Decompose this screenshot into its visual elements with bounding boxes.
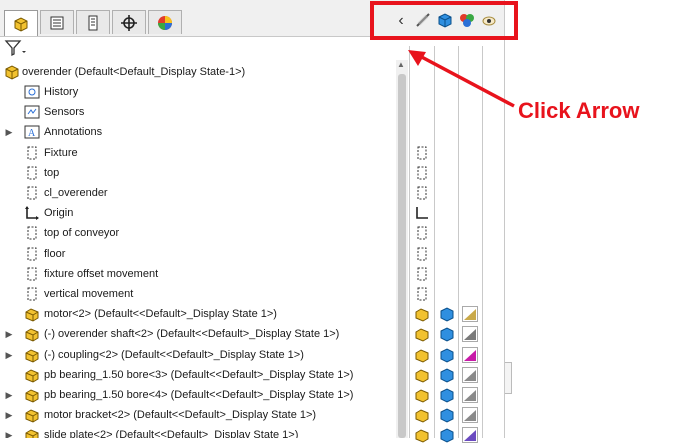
plane-icon <box>24 266 40 282</box>
featuremanager-tab[interactable] <box>4 10 38 36</box>
tree-item-label: vertical movement <box>44 288 134 300</box>
tree-item-label: slide plate<2> (Default<<Default>_Displa… <box>44 429 299 438</box>
propertymanager-tab[interactable] <box>40 10 74 34</box>
plane-visibility-icon[interactable] <box>414 185 430 201</box>
display-mode-icon[interactable] <box>439 367 455 383</box>
svg-text:A: A <box>28 128 36 139</box>
callout-arrow <box>408 50 515 108</box>
hide-show-icon[interactable] <box>414 407 430 423</box>
display-mode-icon[interactable] <box>439 387 455 403</box>
graphics-area <box>504 0 680 438</box>
part-icon <box>24 326 40 342</box>
appearance-swatch-icon[interactable] <box>462 326 478 343</box>
display-mode-icon[interactable] <box>439 347 455 363</box>
hide-show-icon[interactable] <box>414 347 430 363</box>
plane-icon <box>24 225 40 241</box>
origin-icon <box>24 205 40 221</box>
tree-item-label: pb bearing_1.50 bore<3> (Default<<Defaul… <box>44 368 354 381</box>
appearance-swatch-icon[interactable] <box>462 306 478 323</box>
tree-item-label: Fixture <box>44 146 78 159</box>
tree-item-label: (-) overender shaft<2> (Default<<Default… <box>44 328 340 341</box>
part-icon <box>24 306 40 322</box>
feature-tree: overender (Default<Default_Display State… <box>0 60 396 438</box>
displaymanager-tab[interactable] <box>148 10 182 34</box>
plane-visibility-icon[interactable] <box>414 246 430 262</box>
display-mode-icon[interactable] <box>439 306 455 322</box>
plane-icon <box>24 165 40 181</box>
appearance-swatch-icon[interactable] <box>462 427 478 444</box>
tree-item-label: motor bracket<2> (Default<<Default>_Disp… <box>44 409 317 422</box>
hide-show-icon[interactable] <box>414 306 430 322</box>
hide-show-icon[interactable] <box>414 387 430 403</box>
tree-item-label: Annotations <box>44 126 103 139</box>
callout-label: Click Arrow <box>518 98 640 123</box>
history-icon <box>24 84 40 100</box>
appearance-swatch-icon[interactable] <box>462 387 478 403</box>
filter-icon[interactable] <box>4 39 26 57</box>
expand-arrow-icon[interactable]: ▶ <box>5 385 13 405</box>
plane-visibility-icon[interactable] <box>414 145 430 161</box>
plane-icon <box>24 185 40 201</box>
plane-icon <box>24 145 40 161</box>
appearance-swatch-icon[interactable] <box>462 366 478 383</box>
plane-icon <box>24 286 40 302</box>
configurationmanager-tab[interactable] <box>76 10 110 34</box>
expand-arrow-icon[interactable]: ▶ <box>5 122 13 142</box>
tree-item-label: top <box>44 166 60 179</box>
appearance-swatch-icon[interactable] <box>462 346 478 363</box>
part-icon <box>24 367 40 383</box>
hide-show-icon[interactable] <box>414 326 430 342</box>
display-mode-icon[interactable] <box>439 407 455 423</box>
display-mode-icon[interactable] <box>439 427 455 443</box>
tree-root-label: overender (Default<Default_Display State… <box>22 66 246 78</box>
plane-visibility-icon[interactable] <box>414 225 430 241</box>
highlight-box <box>370 1 518 40</box>
featuremanager-tab-icon <box>14 16 28 32</box>
panel-splitter[interactable] <box>505 362 512 394</box>
tree-item-label: floor <box>44 247 66 260</box>
tree-scrollbar[interactable]: ▲ <box>396 60 408 438</box>
expand-arrow-icon[interactable]: ▶ <box>5 425 13 438</box>
tree-item-label: pb bearing_1.50 bore<4> (Default<<Defaul… <box>44 389 354 401</box>
hide-show-icon[interactable] <box>414 427 430 443</box>
part-icon <box>24 347 40 363</box>
tree-item-label: fixture offset movement <box>44 267 159 280</box>
appearance-swatch-icon[interactable] <box>462 407 478 424</box>
tree-item-label: Sensors <box>44 106 85 119</box>
origin-visibility-icon[interactable] <box>414 205 430 221</box>
expand-arrow-icon[interactable]: ▶ <box>5 405 13 425</box>
dimxpertmanager-tab[interactable] <box>112 10 146 34</box>
plane-icon <box>24 246 40 262</box>
tree-item-label: top of conveyor <box>44 227 120 240</box>
annotations-icon: A <box>24 124 40 140</box>
dimxpertmanager-tab-icon <box>121 14 137 31</box>
tree-item-label: cl_overender <box>44 187 108 199</box>
hide-show-icon[interactable] <box>414 367 430 383</box>
configurationmanager-tab-icon <box>88 15 98 30</box>
plane-visibility-icon[interactable] <box>414 286 430 302</box>
displaymanager-tab-icon <box>158 15 172 30</box>
part-icon <box>24 387 40 403</box>
display-mode-icon[interactable] <box>439 326 455 342</box>
sensors-icon <box>24 104 40 120</box>
part-icon <box>24 427 40 438</box>
tree-item-label: (-) coupling<2> (Default<<Default>_Displ… <box>44 348 304 361</box>
tree-item-label: History <box>44 86 79 98</box>
expand-arrow-icon[interactable]: ▶ <box>5 345 13 365</box>
plane-visibility-icon[interactable] <box>414 266 430 282</box>
tree-item-label: Origin <box>44 207 74 220</box>
plane-visibility-icon[interactable] <box>414 165 430 181</box>
assembly-icon <box>5 65 19 80</box>
propertymanager-tab-icon <box>50 16 64 29</box>
scroll-thumb[interactable] <box>398 74 406 438</box>
part-icon <box>24 407 40 423</box>
tree-item-label: motor<2> (Default<<Default>_Display Stat… <box>44 308 277 321</box>
expand-arrow-icon[interactable]: ▶ <box>5 324 13 344</box>
